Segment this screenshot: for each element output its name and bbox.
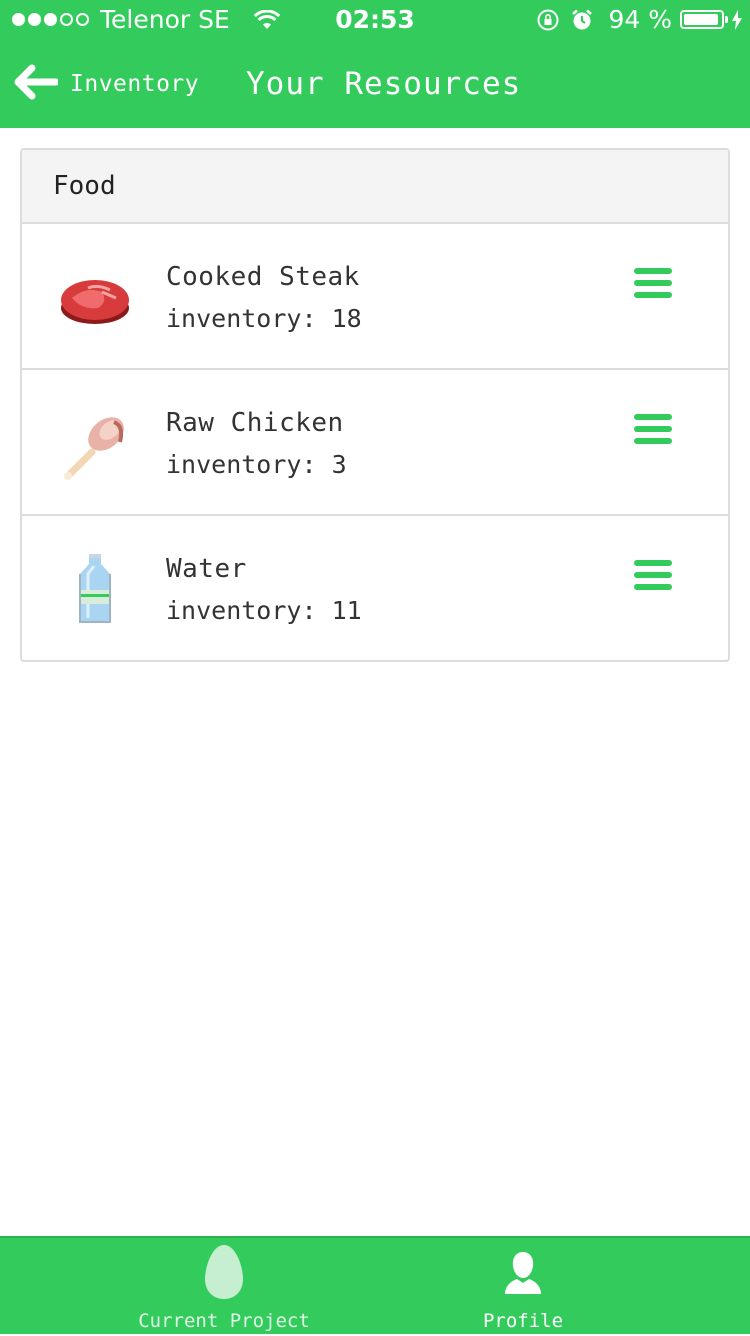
battery-percentage: 94 % [608,5,672,34]
list-item[interactable]: Raw Chicken inventory: 3 [22,370,728,516]
item-name: Cooked Steak [166,262,360,292]
tab-label: Current Project [138,1310,310,1332]
tab-label: Profile [482,1310,564,1332]
item-inventory: inventory: 18 [166,304,362,333]
status-bar: Telenor SE 02:53 94 % [0,0,750,40]
top-header: Telenor SE 02:53 94 % Inventory Your Res… [0,0,750,128]
item-inventory: inventory: 11 [166,596,362,625]
page-title: Your Resources [246,66,522,102]
list-item[interactable]: Water inventory: 11 [22,516,728,660]
item-name: Water [166,554,247,584]
status-bar-right: 94 % [526,5,742,34]
steak-icon [58,262,132,336]
back-button[interactable]: Inventory [14,64,199,104]
resource-list-card: Food Cooked Steak inventory: 18 Raw Chic… [20,148,730,662]
tab-current-project[interactable]: Current Project [138,1238,310,1336]
rotation-lock-icon [536,8,560,32]
tab-bar: Current Project Profile [0,1236,750,1334]
water-bottle-icon [58,550,132,628]
hamburger-menu-icon[interactable] [634,268,672,300]
battery-level-fill [684,14,718,25]
hamburger-menu-icon[interactable] [634,414,672,446]
battery-icon [680,10,728,29]
tab-profile[interactable]: Profile [470,1238,576,1336]
alarm-icon [570,8,594,32]
chicken-leg-icon [58,408,132,482]
hamburger-menu-icon[interactable] [634,560,672,592]
item-inventory: inventory: 3 [166,450,347,479]
person-icon [501,1242,545,1302]
arrow-left-icon [14,64,60,104]
egg-icon [203,1242,245,1302]
list-item[interactable]: Cooked Steak inventory: 18 [22,224,728,370]
back-button-label: Inventory [70,71,200,97]
item-name: Raw Chicken [166,408,344,438]
charging-bolt-icon [732,9,742,30]
section-header: Food [22,150,728,224]
